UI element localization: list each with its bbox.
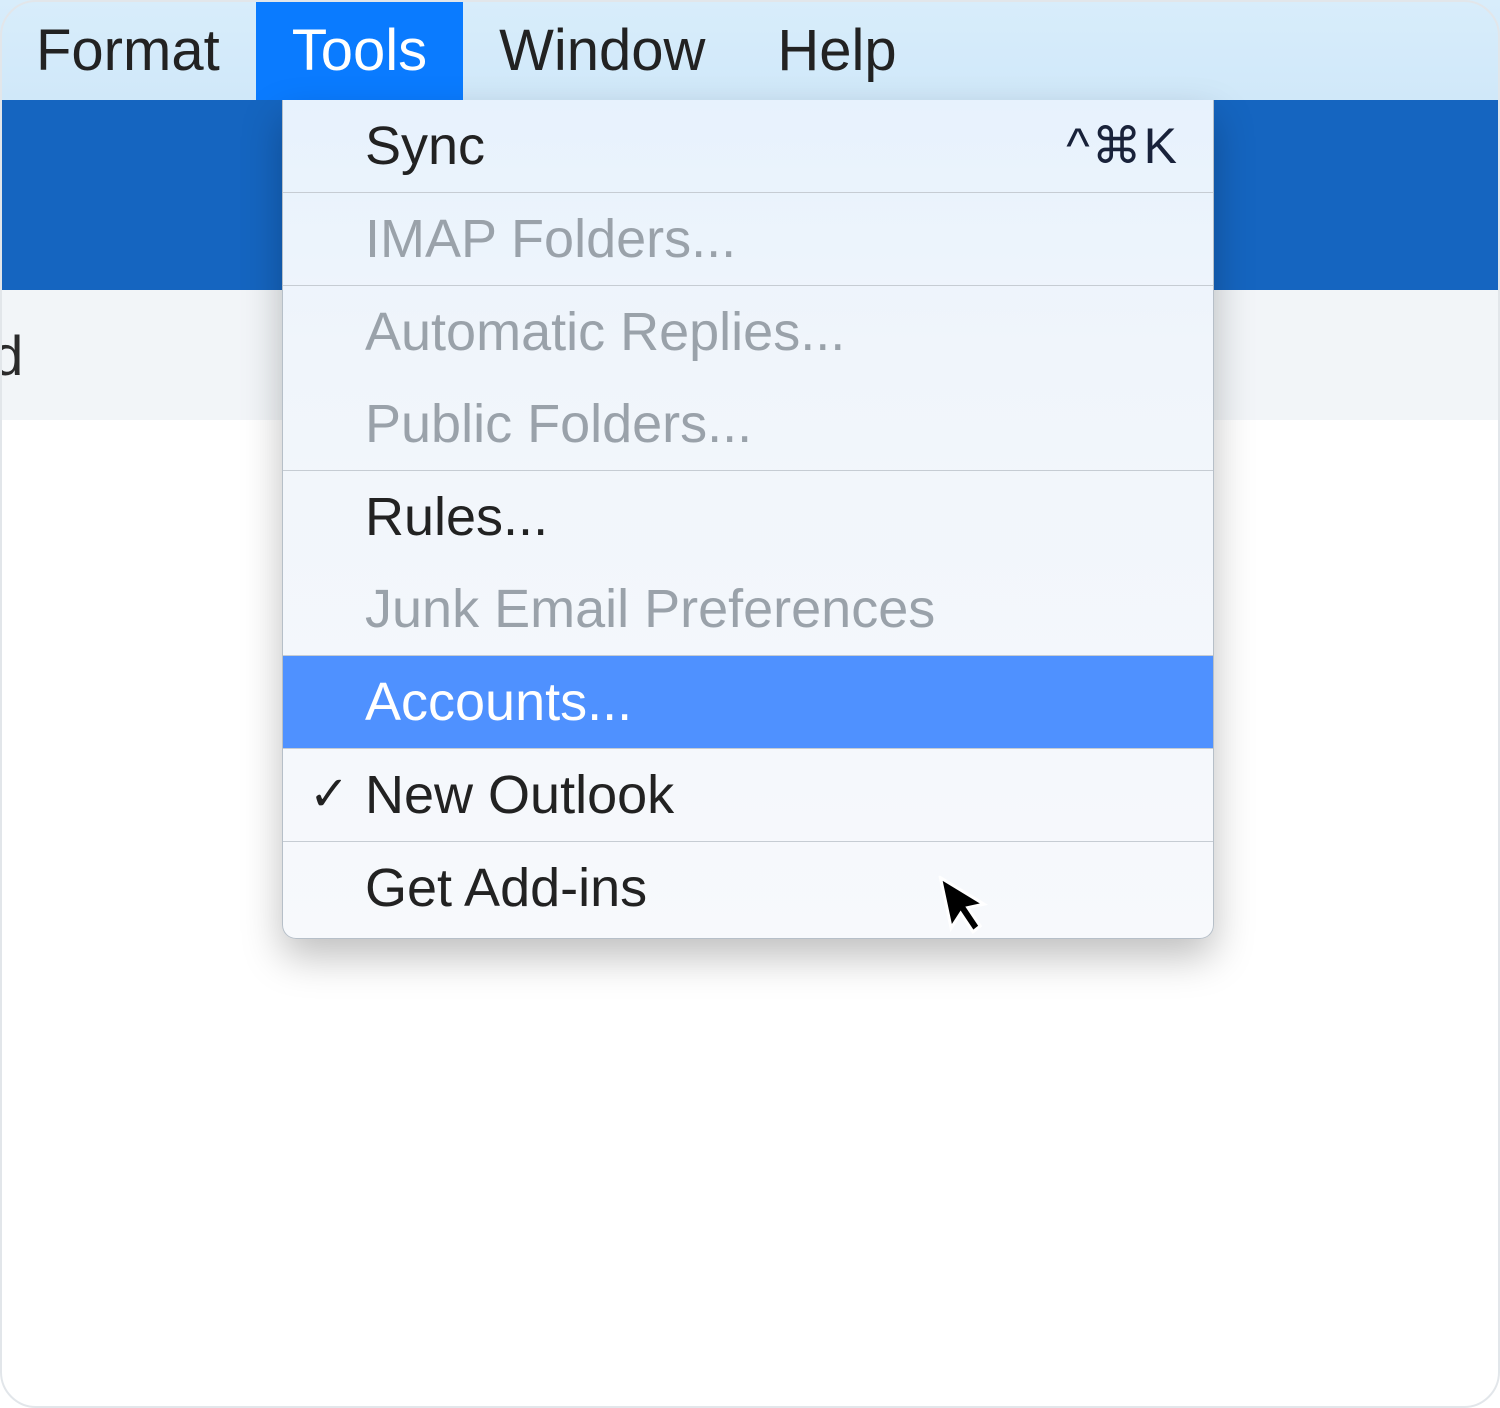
menu-item-label: Public Folders... (365, 378, 752, 470)
menu-item-label: Get Add-ins (365, 842, 647, 934)
menu-item-new-outlook[interactable]: ✓ New Outlook (283, 749, 1213, 841)
menu-tools[interactable]: Tools (256, 0, 463, 100)
menu-item-label: Sync (365, 100, 485, 192)
menu-label: Tools (292, 17, 427, 84)
menu-item-automatic-replies: Automatic Replies... (283, 286, 1213, 378)
menu-item-accounts[interactable]: Accounts... (283, 656, 1213, 748)
menu-group: Accounts... (283, 655, 1213, 748)
checkmark-icon: ✓ (309, 749, 349, 841)
menu-item-get-add-ins[interactable]: Get Add-ins (283, 842, 1213, 934)
menu-item-label: Automatic Replies... (365, 286, 845, 378)
menubar: Format Tools Window Help (0, 0, 1500, 100)
menu-item-label: New Outlook (365, 749, 674, 841)
menu-item-label: IMAP Folders... (365, 193, 736, 285)
menu-item-label: Accounts... (365, 656, 632, 748)
menu-label: Help (777, 17, 896, 84)
menu-format[interactable]: Format (0, 0, 256, 100)
unread-label-partial: nread (0, 323, 23, 388)
menu-item-label: Junk Email Preferences (365, 563, 935, 655)
menu-item-label: Rules... (365, 471, 548, 563)
menu-group: Automatic Replies... Public Folders... (283, 285, 1213, 470)
menu-item-imap-folders: IMAP Folders... (283, 193, 1213, 285)
menu-item-junk-email-preferences: Junk Email Preferences (283, 563, 1213, 655)
menu-window[interactable]: Window (463, 0, 741, 100)
menu-item-sync[interactable]: Sync ^⌘K (283, 100, 1213, 192)
menu-label: Format (36, 17, 220, 84)
menu-item-rules[interactable]: Rules... (283, 471, 1213, 563)
menu-group: Sync ^⌘K (283, 100, 1213, 192)
menu-group: IMAP Folders... (283, 192, 1213, 285)
tools-dropdown: Sync ^⌘K IMAP Folders... Automatic Repli… (282, 100, 1214, 939)
menu-item-public-folders: Public Folders... (283, 378, 1213, 470)
menu-help[interactable]: Help (741, 0, 932, 100)
menu-group: Rules... Junk Email Preferences (283, 470, 1213, 655)
menu-label: Window (499, 17, 705, 84)
menu-group: Get Add-ins (283, 841, 1213, 934)
menu-group: ✓ New Outlook (283, 748, 1213, 841)
menu-item-shortcut: ^⌘K (1066, 100, 1179, 192)
